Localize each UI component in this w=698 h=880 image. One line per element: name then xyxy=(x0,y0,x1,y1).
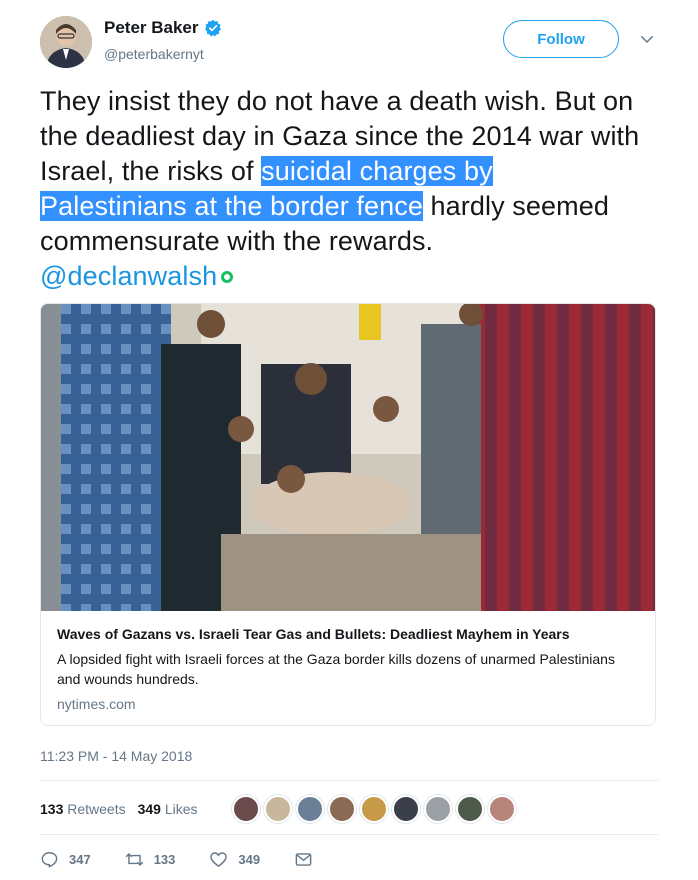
divider xyxy=(40,834,658,835)
like-button[interactable]: 349 xyxy=(209,850,260,869)
likes-label: Likes xyxy=(164,801,198,817)
link-card[interactable]: Waves of Gazans vs. Israeli Tear Gas and… xyxy=(40,303,656,726)
card-image[interactable] xyxy=(41,304,655,611)
liker-avatar[interactable] xyxy=(392,795,420,823)
reply-button[interactable]: 347 xyxy=(40,850,91,869)
likes-count: 349 xyxy=(137,801,161,817)
retweets-stat[interactable]: 133 Retweets xyxy=(40,801,126,817)
follow-button[interactable]: Follow xyxy=(503,20,619,58)
liker-avatar[interactable] xyxy=(296,795,324,823)
tweet-actions: 347 133 349 xyxy=(40,848,357,870)
retweets-count: 133 xyxy=(40,801,64,817)
liker-avatar[interactable] xyxy=(456,795,484,823)
retweet-icon xyxy=(125,852,143,866)
liker-avatar[interactable] xyxy=(232,795,260,823)
liker-avatar[interactable] xyxy=(264,795,292,823)
author-handle[interactable]: @peterbakernyt xyxy=(104,46,204,62)
liker-avatar[interactable] xyxy=(360,795,388,823)
tweet-text: They insist they do not have a death wis… xyxy=(40,84,665,294)
envelope-icon xyxy=(295,852,312,866)
retweet-count: 133 xyxy=(153,851,176,867)
reply-icon xyxy=(41,851,58,867)
chevron-down-icon[interactable] xyxy=(638,30,656,48)
retweet-button[interactable]: 133 xyxy=(125,850,176,869)
card-description: A lopsided fight with Israeli forces at … xyxy=(57,651,615,687)
heart-icon xyxy=(210,851,228,867)
selected-text: Palestinians at the border fence xyxy=(40,191,423,221)
like-count: 349 xyxy=(238,851,261,867)
divider xyxy=(40,780,658,781)
mention-link[interactable]: @declanwalsh xyxy=(40,261,217,291)
tweet-timestamp[interactable]: 11:23 PM - 14 May 2018 xyxy=(40,748,192,764)
direct-message-button[interactable] xyxy=(294,850,323,869)
card-title[interactable]: Waves of Gazans vs. Israeli Tear Gas and… xyxy=(57,626,647,642)
selected-text: suicidal charges by xyxy=(261,156,493,186)
tweet-header: Peter Baker @peterbakernyt Follow xyxy=(40,14,658,68)
author-name[interactable]: Peter Baker xyxy=(104,18,199,38)
liker-avatar[interactable] xyxy=(328,795,356,823)
likes-stat[interactable]: 349 Likes xyxy=(138,801,198,817)
reply-count: 347 xyxy=(69,851,91,867)
likers-avatars xyxy=(232,795,520,823)
card-photo xyxy=(41,304,655,611)
avatar-photo xyxy=(40,16,92,68)
author-avatar[interactable] xyxy=(40,16,92,68)
card-domain: nytimes.com xyxy=(57,696,136,712)
retweets-label: Retweets xyxy=(67,801,126,817)
engagement-stats: 133 Retweets 349 Likes xyxy=(40,795,198,823)
liker-avatar[interactable] xyxy=(488,795,516,823)
verified-badge-icon xyxy=(204,19,221,37)
liker-avatar[interactable] xyxy=(424,795,452,823)
green-circle-icon xyxy=(221,271,234,283)
